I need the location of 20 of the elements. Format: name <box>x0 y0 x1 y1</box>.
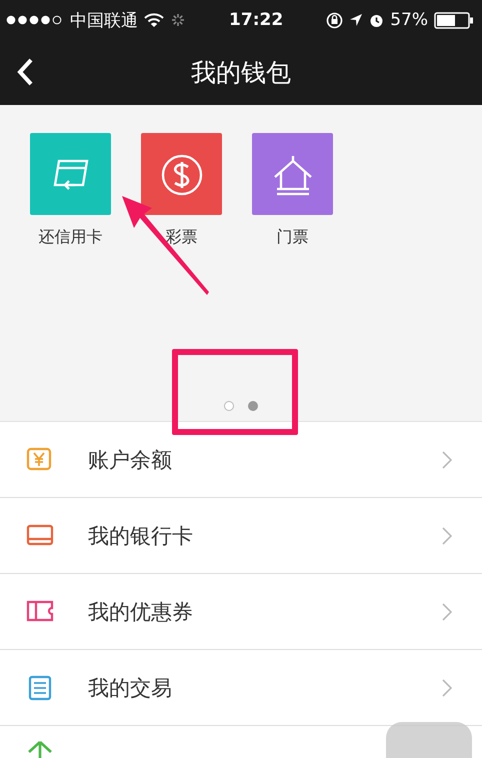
app-shortcut[interactable]: 彩票 <box>141 133 222 248</box>
location-icon <box>349 13 364 27</box>
chevron-icon <box>442 526 452 544</box>
signal-icon <box>6 15 64 25</box>
chevron-icon <box>442 602 452 620</box>
carrier-name: 中国联通 <box>70 10 138 32</box>
battery-icon <box>434 12 474 28</box>
app-shortcut[interactable]: 门票 <box>252 133 333 248</box>
app-shortcut[interactable]: 还信用卡 <box>30 133 111 248</box>
chevron-icon <box>442 678 452 696</box>
page-title: 我的钱包 <box>191 57 291 89</box>
rotation-lock-icon <box>326 12 344 28</box>
clock-time: 17:22 <box>229 10 284 30</box>
activity-spinner-icon <box>170 12 186 28</box>
chevron-icon <box>442 450 452 468</box>
battery-percent: 57% <box>390 10 428 30</box>
yen-icon <box>26 446 54 472</box>
wifi-icon <box>144 12 164 28</box>
alarm-icon <box>369 12 384 28</box>
list-icon <box>26 674 54 700</box>
